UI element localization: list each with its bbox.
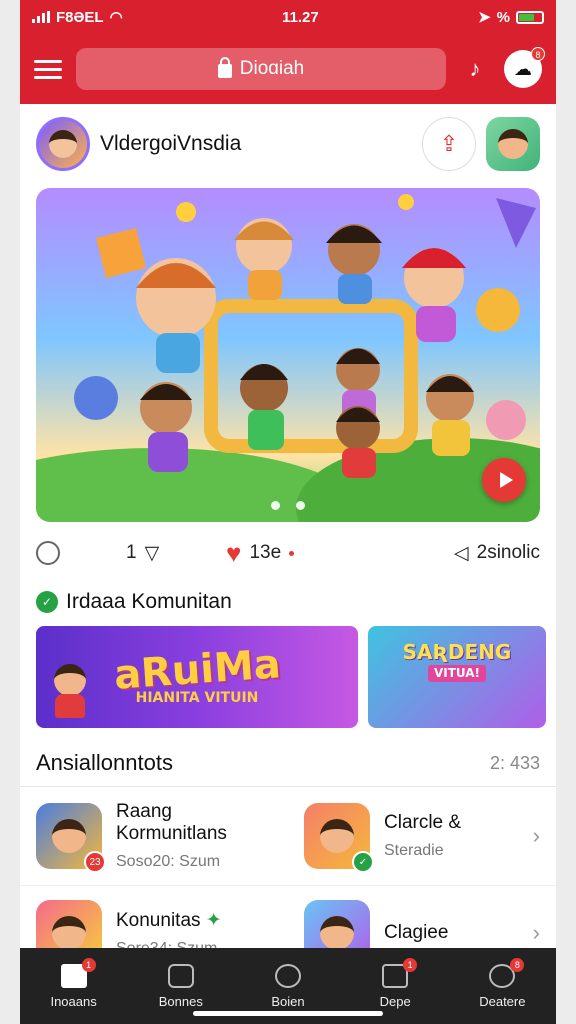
home-indicator[interactable] <box>193 1011 383 1016</box>
banner-card-2[interactable]: SAƦDENG VITUA! <box>368 626 546 728</box>
compass-icon <box>274 963 301 988</box>
chevron-right-icon: › <box>532 920 540 945</box>
comments-button[interactable]: ◁ 2sinolic <box>454 542 540 565</box>
battery-icon <box>516 10 544 24</box>
app-header: Dioɑiah ♪ ☁ 8 <box>20 34 556 104</box>
like-button[interactable] <box>36 541 126 565</box>
nav-explore[interactable]: Boien <box>248 963 328 1009</box>
carousel-dots[interactable] <box>271 501 305 510</box>
chevron-right-icon: › <box>532 823 540 848</box>
list-item[interactable]: 23 Raang Kormunitlans Soso20: Szum <box>20 787 288 885</box>
wifi-icon: ◠ <box>109 9 123 26</box>
hero-illustration <box>36 194 540 522</box>
chat-icon <box>167 963 194 988</box>
heart-icon: ♥ <box>226 537 242 568</box>
send-icon: ▽ <box>144 542 160 564</box>
banner-card-1[interactable]: aRuiMa HIANITA VITUIN <box>36 626 358 728</box>
check-icon: ✓ <box>352 851 374 873</box>
share-count: 1 <box>126 542 137 563</box>
status-bar: F8ƏEL ◠ 11.27 ➤ % <box>20 0 556 34</box>
banner-1-title: aRuiMa <box>112 640 282 699</box>
likes-count: 13e <box>249 542 282 563</box>
list-meta[interactable]: 2: 433 <box>490 753 540 774</box>
action-row: 1 ▽ ♥ 13e ◁ 2sinolic <box>20 522 556 584</box>
nav-profile[interactable]: 8 Deatere <box>462 957 542 1009</box>
send-button[interactable]: 1 ▽ <box>126 542 226 565</box>
banner-2-subtitle: VITUA! <box>427 665 487 682</box>
list-badge: 23 <box>84 851 106 873</box>
like-icon <box>36 541 60 565</box>
nav-label: Bonnes <box>158 993 203 1009</box>
search-bar[interactable]: Dioɑiah <box>76 48 446 90</box>
list-header: Ansiallonntots 2: 433 <box>20 734 556 787</box>
share-button[interactable]: ⇪ <box>422 117 476 171</box>
header-avatar[interactable]: ☁ 8 <box>504 47 545 88</box>
menu-icon[interactable] <box>34 59 62 79</box>
nav-badge: 1 <box>403 957 418 972</box>
ghost-icon: ☁ <box>514 58 532 79</box>
banner-2-text: SAƦDENG VITUA! <box>402 640 512 682</box>
nav-chat[interactable]: Bonnes <box>141 963 221 1009</box>
favorite-button[interactable]: ♥ 13e <box>226 538 454 569</box>
battery-percent: % <box>496 8 510 26</box>
lock-icon <box>217 57 232 78</box>
bell-icon[interactable]: ♪ <box>460 56 490 82</box>
notification-badge: 8 <box>531 47 545 61</box>
banner-character <box>50 664 90 720</box>
nav-label: Boien <box>271 993 305 1009</box>
secondary-avatar[interactable] <box>486 117 540 171</box>
nav-label: Deatere <box>479 993 526 1009</box>
nav-label: Inoaans <box>50 993 97 1009</box>
list-item-title: Clagiee <box>384 922 449 943</box>
list-item-title: Raang Kormunitlans <box>116 801 227 844</box>
profile-name[interactable]: VldergoiVnsdia <box>100 132 412 156</box>
bottom-nav: 1 Inoaans Bonnes Boien 1 Depe 8 Deatere <box>20 948 556 1024</box>
banner-1-text: aRuiMa HIANITA VITUIN <box>112 641 282 706</box>
list-thumbnail: 23 <box>36 803 106 873</box>
search-text: Dioɑiah <box>239 58 305 79</box>
phone-screen: F8ƏEL ◠ 11.27 ➤ % Dioɑiah ♪ ☁ 8 Vldergoi… <box>20 0 556 1024</box>
nav-badge: 8 <box>510 957 525 972</box>
clock: 11.27 <box>282 8 319 26</box>
section-title-text: Irdaaa Komunitan <box>66 590 232 613</box>
community-icon: ✓ <box>36 591 58 613</box>
profile-row: VldergoiVnsdia ⇪ <box>20 104 556 184</box>
share-icon: ⇪ <box>439 131 459 156</box>
list-item-title: Konunitas ✦ <box>116 909 222 931</box>
location-icon: ➤ <box>478 9 491 26</box>
carrier-label: F8ƏEL <box>56 8 104 26</box>
new-dot-icon <box>289 550 295 556</box>
list-item-subtitle: Soso20: Szum <box>116 853 221 870</box>
list-thumbnail: ✓ <box>304 803 374 873</box>
list-title: Ansiallonntots <box>36 750 173 775</box>
banner-carousel: aRuiMa HIANITA VITUIN SAƦDENG VITUA! <box>20 620 556 734</box>
signal-icon <box>32 11 50 23</box>
hero-video[interactable] <box>36 188 540 522</box>
community-section-title: ✓ Irdaaa Komunitan <box>20 584 556 620</box>
list-item-title: Clarcle & <box>384 812 462 833</box>
banner-2-title: SAƦDENG <box>402 640 512 665</box>
leaf-icon: ✦ <box>205 909 222 931</box>
list-item[interactable]: ✓ Clarcle & Steradie › <box>288 787 556 885</box>
profile-avatar[interactable] <box>36 117 90 171</box>
play-button[interactable] <box>482 458 526 502</box>
status-left: F8ƏEL ◠ <box>32 8 123 26</box>
nav-label: Depe <box>379 993 411 1009</box>
list-item-subtitle: Steradie <box>384 842 444 859</box>
nav-home[interactable]: 1 Inoaans <box>34 957 114 1009</box>
nav-badge: 1 <box>81 957 96 972</box>
comments-label: 2sinolic <box>476 542 540 563</box>
nav-messages[interactable]: 1 Depe <box>355 957 435 1009</box>
comment-icon: ◁ <box>454 542 469 564</box>
status-right: ➤ % <box>478 8 544 26</box>
